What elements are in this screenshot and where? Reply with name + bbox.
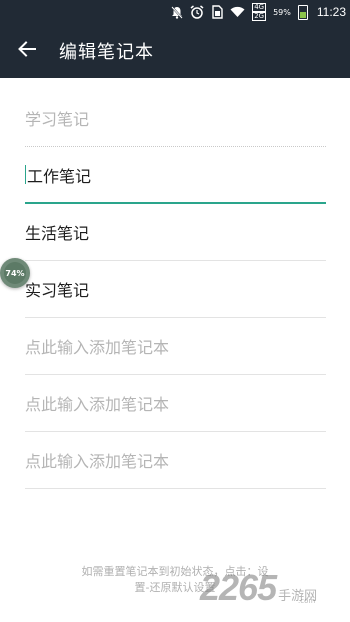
notebook-field-3[interactable]: 生活笔记 [25,204,326,261]
notebook-field-5[interactable]: 点此输入添加笔记本 [25,318,326,375]
notebook-field-4[interactable]: 实习笔记 [25,261,326,318]
sim-card-icon [211,5,223,19]
page-title: 编辑笔记本 [59,42,154,63]
text-caret [25,165,26,184]
notebook-field-text: 点此输入添加笔记本 [25,338,170,357]
wifi-icon [230,6,245,18]
notebook-field-text: 实习笔记 [25,281,90,300]
notebook-list: 学习笔记 工作笔记 生活笔记 实习笔记 点此输入添加笔记本 点此输入添加笔记本 … [25,90,326,489]
status-time: 11:23 [316,5,346,19]
battery-icon [297,4,308,20]
notebook-field-2[interactable]: 工作笔记 [25,147,326,204]
arrow-back-icon [18,40,36,62]
app-bar: 编辑笔记本 [0,24,350,78]
floating-memory-bubble[interactable]: 74% [0,258,30,288]
signal-indicator: 4G 2G [252,3,267,21]
back-button[interactable] [7,31,47,71]
notebook-field-1[interactable]: 学习笔记 [25,90,326,147]
watermark-domain: .com [298,597,316,605]
reset-hint: 如需重置笔记本到初始状态，点击：设 置-还原默认设置 [40,564,310,596]
notebook-field-7[interactable]: 点此输入添加笔记本 [25,432,326,489]
notebook-field-text: 工作笔记 [27,166,92,186]
status-bar: 4G 2G 59% 11:23 [0,0,350,24]
signal-label-top: 4G [252,3,267,12]
notebook-field-6[interactable]: 点此输入添加笔记本 [25,375,326,432]
battery-percent: 59% [273,7,291,17]
alarm-icon [190,5,204,19]
notifications-off-icon [171,5,183,19]
notebook-field-text: 学习笔记 [25,110,90,129]
reset-hint-line-2: 置-还原默认设置 [134,581,216,594]
signal-label-bottom: 2G [252,12,267,21]
notebook-field-text: 点此输入添加笔记本 [25,452,170,471]
notebook-field-text: 生活笔记 [25,224,90,243]
bubble-label: 74% [5,268,25,278]
reset-hint-line-1: 如需重置笔记本到初始状态，点击：设 [81,565,269,578]
notebook-field-text: 点此输入添加笔记本 [25,395,170,414]
